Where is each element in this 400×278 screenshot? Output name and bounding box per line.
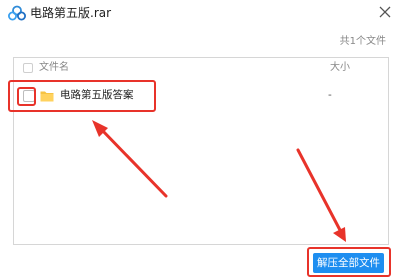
row-checkbox[interactable]: [23, 90, 35, 102]
window-title: 电路第五版.rar: [30, 6, 112, 20]
file-name: 电路第五版答案: [60, 89, 134, 101]
title-bar: 电路第五版.rar: [0, 0, 400, 26]
select-all-checkbox[interactable]: [23, 63, 33, 73]
column-header-name[interactable]: 文件名: [39, 62, 69, 74]
column-header-size[interactable]: 大小: [330, 62, 350, 74]
extract-all-button[interactable]: 解压全部文件: [313, 253, 384, 273]
list-item[interactable]: 电路第五版答案 -: [14, 86, 388, 106]
file-list: 文件名 大小 电路第五版答案 -: [13, 57, 389, 245]
cloud-app-logo-icon: [8, 5, 26, 21]
folder-icon: [40, 91, 54, 102]
list-header: 文件名 大小: [14, 58, 388, 79]
file-count-summary: 共1个文件: [339, 36, 386, 47]
close-icon[interactable]: [378, 5, 392, 19]
file-size: -: [328, 89, 332, 101]
